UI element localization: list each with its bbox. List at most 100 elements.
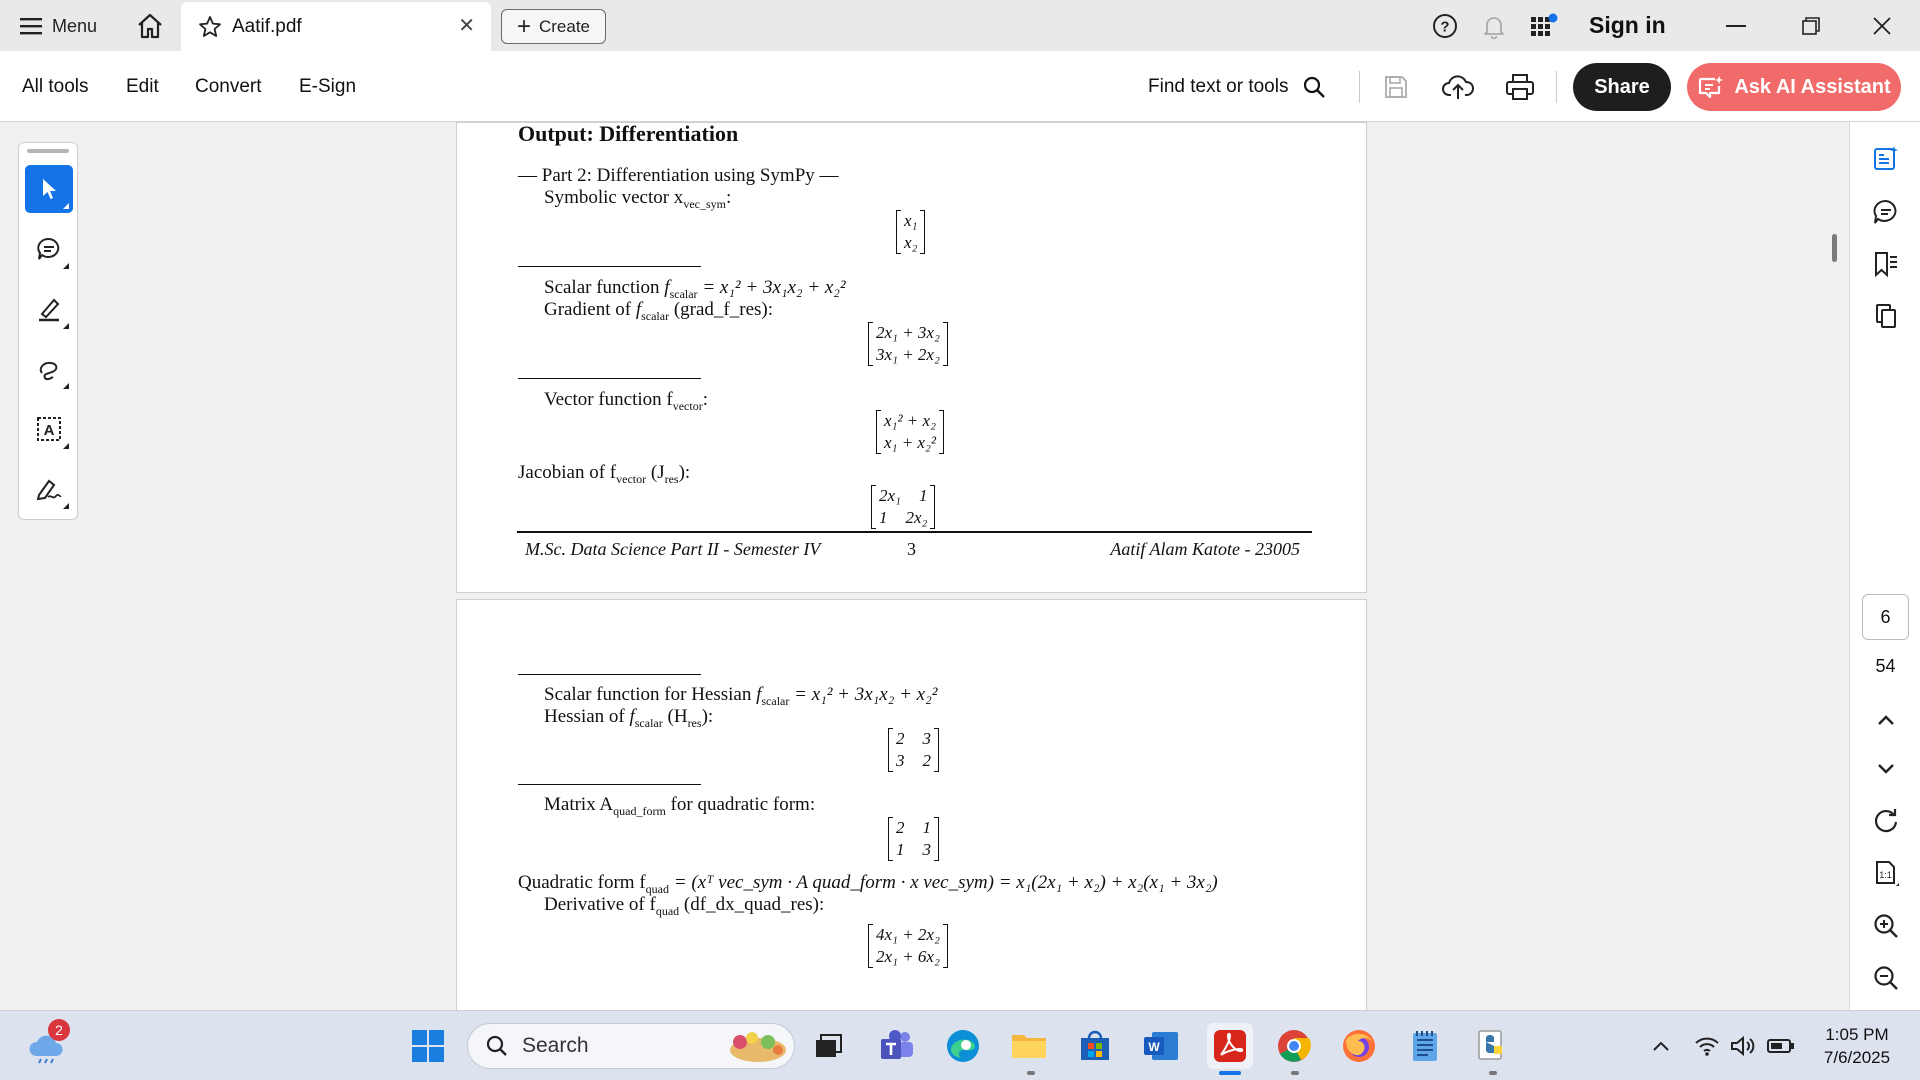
notification-badge: 2 <box>48 1019 70 1041</box>
running-app-indicator <box>1027 1071 1035 1075</box>
document-tab[interactable]: Aatif.pdf ✕ <box>181 2 491 51</box>
panel-drag-handle[interactable] <box>27 149 69 153</box>
windows-start-icon[interactable] <box>407 1025 449 1067</box>
matrix-cell: 1 <box>922 818 932 837</box>
restore-window-icon[interactable] <box>1791 10 1831 42</box>
ask-ai-label: Ask AI Assistant <box>1734 75 1891 98</box>
sign-in-button[interactable]: Sign in <box>1589 12 1666 39</box>
search-icon <box>486 1035 507 1056</box>
actual-size-icon[interactable]: 1:1 <box>1868 855 1904 891</box>
zoom-in-icon[interactable] <box>1868 908 1904 944</box>
comment-icon <box>37 237 60 260</box>
vertical-scrollbar[interactable] <box>1832 234 1837 262</box>
cloud-upload-icon[interactable] <box>1440 69 1476 105</box>
page-thumbnails-icon[interactable] <box>1868 298 1904 334</box>
matrix-cell: 1 <box>879 508 888 527</box>
running-app-indicator <box>1489 1071 1497 1075</box>
teams-app-icon[interactable] <box>876 1025 918 1067</box>
matrix-cell: 3 <box>922 729 932 748</box>
matrix-row: 32 <box>896 750 931 772</box>
hessian-matrix: 2 3 32 <box>888 728 939 772</box>
matrix-cell: 3 <box>922 840 932 859</box>
derivative-line: Derivative of fquad (df_dx_quad_res): <box>544 894 825 918</box>
sign-tool[interactable] <box>25 465 73 513</box>
notepad-app-icon[interactable] <box>1404 1025 1446 1067</box>
matrix-cell: 2x₁ <box>879 486 901 505</box>
edit-menu[interactable]: Edit <box>126 76 159 98</box>
clock-date: 7/6/2025 <box>1823 1048 1891 1067</box>
rotate-icon[interactable] <box>1868 802 1904 838</box>
show-hidden-icons-chevron-icon[interactable] <box>1640 1025 1682 1067</box>
firefox-browser-icon[interactable] <box>1338 1025 1380 1067</box>
star-icon[interactable] <box>198 15 222 39</box>
python-app-icon[interactable] <box>1470 1025 1512 1067</box>
matrix-cell: x₁² + x₂ <box>884 411 936 430</box>
ask-ai-assistant-button[interactable]: Ask AI Assistant <box>1687 63 1901 111</box>
toolbar-divider <box>1556 71 1557 103</box>
matrix-row: 2x₁ + 3x₂ <box>876 322 940 344</box>
create-button[interactable]: + Create <box>501 9 606 44</box>
system-clock[interactable]: 1:05 PM 7/6/2025 <box>1802 1023 1912 1069</box>
bookmarks-icon[interactable] <box>1868 246 1904 282</box>
matrix-row: x₁ <box>904 210 917 232</box>
current-page-input[interactable]: 6 <box>1862 594 1909 640</box>
home-button[interactable] <box>135 11 165 41</box>
all-tools-menu[interactable]: All tools <box>22 76 89 98</box>
find-text-or-tools[interactable]: Find text or tools <box>1148 75 1326 99</box>
convert-menu[interactable]: Convert <box>195 76 262 98</box>
svg-text:1:1: 1:1 <box>1879 870 1892 880</box>
jacobian-line: Jacobian of fvector (Jres): <box>518 462 691 486</box>
esign-menu[interactable]: E-Sign <box>299 76 356 98</box>
comment-tool[interactable] <box>25 225 73 273</box>
battery-icon[interactable] <box>1760 1025 1802 1067</box>
matrix-row: x₁² + x₂ <box>884 410 936 432</box>
freehand-draw-icon <box>39 361 58 381</box>
microsoft-store-icon[interactable] <box>1074 1025 1116 1067</box>
main-toolbar: All tools Edit Convert E-Sign Find text … <box>0 51 1920 122</box>
minimize-window-icon[interactable] <box>1716 10 1756 42</box>
volume-icon[interactable] <box>1722 1025 1764 1067</box>
find-label: Find text or tools <box>1148 76 1289 97</box>
matrix-row: x₁ + x₂² <box>884 432 936 454</box>
document-tab-title: Aatif.pdf <box>232 15 302 37</box>
next-page-icon[interactable] <box>1868 751 1904 787</box>
draw-tool[interactable] <box>25 345 73 393</box>
word-app-icon[interactable]: W <box>1140 1025 1182 1067</box>
print-icon[interactable] <box>1502 69 1538 105</box>
highlight-tool[interactable] <box>25 285 73 333</box>
matrix-row: 3x₁ + 2x₂ <box>876 344 940 366</box>
part-title: — Part 2: Differentiation using SymPy — <box>518 165 839 186</box>
highlighter-pen-icon <box>39 298 60 322</box>
section-heading: Output: Differentiation <box>518 121 739 146</box>
select-tool[interactable] <box>25 165 73 213</box>
zoom-out-icon[interactable] <box>1868 960 1904 996</box>
text-box-tool[interactable]: A <box>25 405 73 453</box>
comments-panel-icon[interactable] <box>1868 194 1904 230</box>
task-view-icon[interactable] <box>808 1025 850 1067</box>
matrix-cell: 2 <box>922 751 932 770</box>
quadratic-matrix-line: Matrix Aquad_form for quadratic form: <box>544 794 816 818</box>
chrome-browser-icon[interactable] <box>1273 1025 1315 1067</box>
save-icon[interactable] <box>1378 69 1414 105</box>
gradient-matrix: 2x₁ + 3x₂ 3x₁ + 2x₂ <box>868 322 948 366</box>
notification-bell-icon[interactable] <box>1481 13 1507 44</box>
taskbar-search-box[interactable]: Search <box>467 1023 795 1069</box>
share-button[interactable]: Share <box>1573 63 1671 111</box>
menu-button[interactable]: Menu <box>20 12 97 40</box>
signature-pen-icon <box>36 479 62 501</box>
cursor-icon <box>43 179 56 199</box>
svg-text:A: A <box>44 422 55 439</box>
help-icon[interactable]: ? <box>1432 13 1458 44</box>
apps-grid-icon[interactable] <box>1530 13 1558 44</box>
close-tab-icon[interactable]: ✕ <box>458 16 475 36</box>
ai-summary-icon[interactable] <box>1868 140 1904 176</box>
previous-page-icon[interactable] <box>1868 702 1904 738</box>
acrobat-app-icon[interactable] <box>1207 1023 1253 1069</box>
file-explorer-icon[interactable] <box>1008 1025 1050 1067</box>
close-window-icon[interactable] <box>1862 10 1902 42</box>
footer-course: M.Sc. Data Science Part II - Semester IV <box>525 539 821 559</box>
quadratic-form-matrix: 2113 <box>888 817 939 861</box>
edge-browser-icon[interactable] <box>942 1025 984 1067</box>
document-viewer: A Output: Differentiation — Part 2: Diff… <box>0 121 1920 1019</box>
create-label: Create <box>538 16 591 36</box>
